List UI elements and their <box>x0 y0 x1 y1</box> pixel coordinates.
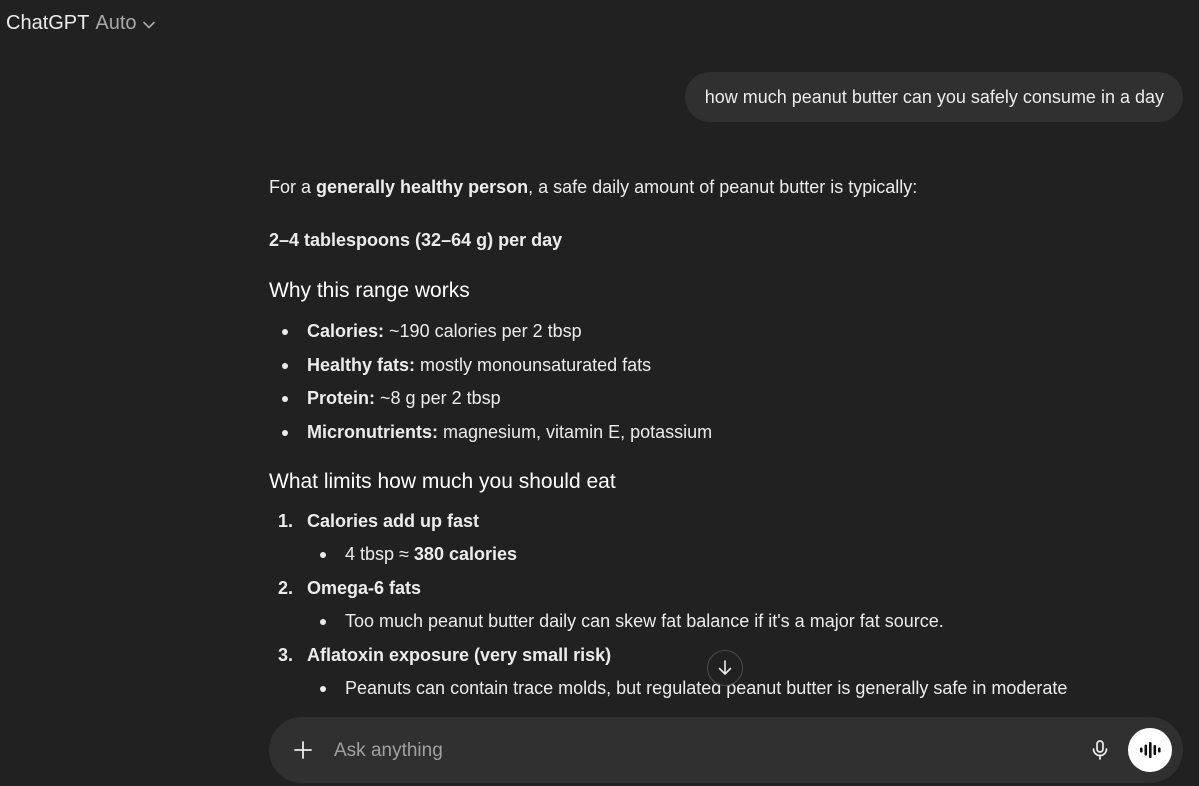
limit-item-3: 3. Aflatoxin exposure (very small risk) <box>269 642 611 668</box>
why-item-protein: Protein: ~8 g per 2 tbsp <box>269 385 501 411</box>
microphone-icon[interactable] <box>1088 738 1112 762</box>
model-name: ChatGPT <box>6 12 90 34</box>
item-title: Omega-6 fats <box>307 578 422 598</box>
item-text: mostly monounsaturated fats <box>415 355 652 375</box>
subitem-text: Too much peanut butter daily can skew fa… <box>345 611 944 631</box>
why-item-micronutrients: Micronutrients: magnesium, vitamin E, po… <box>269 419 712 445</box>
why-heading: Why this range works <box>269 279 470 302</box>
item-number: 3. <box>278 645 294 665</box>
plus-icon[interactable] <box>291 738 315 762</box>
prompt-input[interactable] <box>332 735 1036 767</box>
item-number: 2. <box>278 578 294 598</box>
item-text: ~8 g per 2 tbsp <box>375 388 501 408</box>
item-number: 1. <box>278 511 294 531</box>
range-text: 2–4 tablespoons (32–64 g) per day <box>269 230 563 250</box>
subitem-text: Peanuts can contain trace molds, but reg… <box>345 678 1068 698</box>
item-label: Protein: <box>307 388 376 408</box>
intro-suffix: , a safe daily amount of peanut butter i… <box>528 177 918 197</box>
voice-mode-button[interactable] <box>1128 728 1172 772</box>
intro-bold: generally healthy person <box>316 177 529 197</box>
subitem-bold: 380 calories <box>413 544 517 564</box>
subitem-text: 4 tbsp ≈ <box>345 544 414 564</box>
limits-heading: What limits how much you should eat <box>269 470 616 493</box>
voice-waveform-icon <box>1140 742 1161 758</box>
user-message-text: how much peanut butter can you safely co… <box>704 86 1164 107</box>
item-text: magnesium, vitamin E, potassium <box>438 422 713 442</box>
item-label: Calories: <box>307 321 385 341</box>
intro-paragraph: For a generally healthy person, a safe d… <box>269 174 917 200</box>
limit-item-2: 2. Omega-6 fats <box>269 575 421 601</box>
limit-subitem-2: Too much peanut butter daily can skew fa… <box>320 608 944 634</box>
intro-prefix: For a <box>269 177 317 197</box>
item-title: Calories add up fast <box>307 511 480 531</box>
item-label: Healthy fats: <box>307 355 416 375</box>
why-item-fats: Healthy fats: mostly monounsaturated fat… <box>269 352 651 378</box>
user-message-bubble: how much peanut butter can you safely co… <box>684 72 1183 122</box>
model-mode: Auto <box>95 12 137 34</box>
item-text: ~190 calories per 2 tbsp <box>384 321 582 341</box>
limit-subitem-3: Peanuts can contain trace molds, but reg… <box>319 675 1068 701</box>
item-label: Micronutrients: <box>307 422 439 442</box>
model-selector[interactable]: ChatGPT Auto <box>6 12 155 35</box>
message-composer <box>269 717 1183 783</box>
chevron-down-icon <box>142 21 155 29</box>
limit-subitem-1: 4 tbsp ≈ 380 calories <box>320 541 517 567</box>
arrow-down-icon <box>718 660 732 675</box>
why-item-calories: Calories: ~190 calories per 2 tbsp <box>269 318 582 344</box>
top-bar: ChatGPT Auto <box>0 0 1199 52</box>
item-title: Aflatoxin exposure (very small risk) <box>307 645 612 665</box>
scroll-to-bottom-button[interactable] <box>707 650 743 686</box>
limit-item-1: 1. Calories add up fast <box>269 508 479 534</box>
range-paragraph: 2–4 tablespoons (32–64 g) per day <box>269 227 562 253</box>
